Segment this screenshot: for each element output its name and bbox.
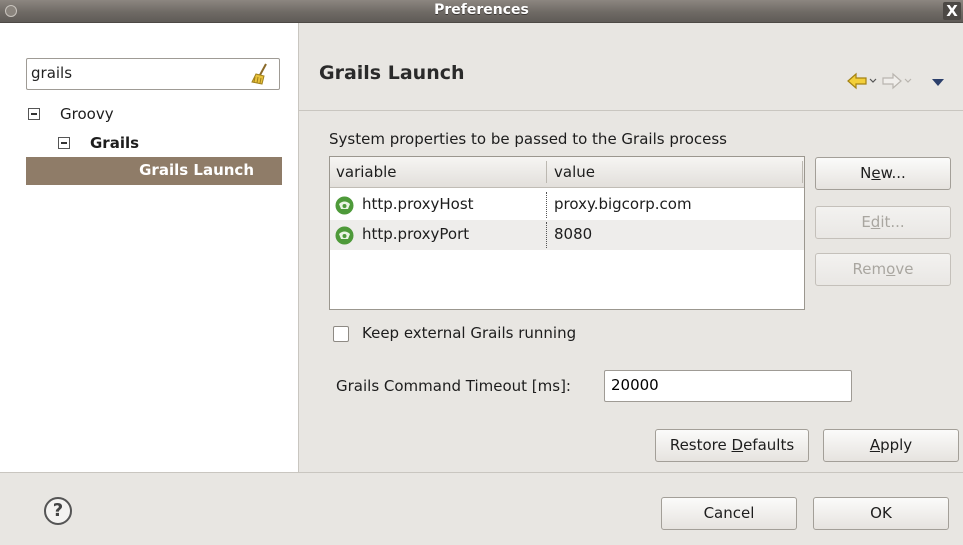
window-titlebar: Preferences X <box>0 0 963 23</box>
column-header-variable[interactable]: variable <box>336 163 397 181</box>
filter-field[interactable] <box>26 58 280 90</box>
value-cell: proxy.bigcorp.com <box>554 195 692 213</box>
column-divider <box>546 161 547 183</box>
remove-button[interactable]: Remove <box>815 253 951 286</box>
grails-icon <box>335 196 354 215</box>
tree-item-grails-launch[interactable]: Grails Launch <box>26 157 282 185</box>
column-divider <box>546 222 547 248</box>
close-icon[interactable]: X <box>943 2 961 20</box>
variable-cell: http.proxyHost <box>362 195 474 213</box>
edit-button[interactable]: Edit... <box>815 206 951 239</box>
timeout-input[interactable] <box>611 376 841 394</box>
column-divider <box>546 192 547 218</box>
table-row[interactable]: http.proxyPort 8080 <box>330 220 804 250</box>
variable-cell: http.proxyPort <box>362 225 470 243</box>
preference-tree-panel <box>0 23 299 472</box>
window-title: Preferences <box>434 2 529 18</box>
broom-icon[interactable] <box>249 62 271 86</box>
restore-defaults-button[interactable]: Restore Defaults <box>655 429 809 462</box>
table-header: variable value <box>330 157 804 188</box>
system-properties-table[interactable]: variable value http.proxyHost proxy.bigc… <box>329 156 805 310</box>
timeout-field[interactable] <box>604 370 852 402</box>
cancel-button[interactable]: Cancel <box>661 497 797 530</box>
keep-running-checkbox[interactable] <box>333 326 349 342</box>
page-title: Grails Launch <box>319 62 465 84</box>
footer-divider <box>0 472 963 473</box>
grails-icon <box>335 226 354 245</box>
tree-item-label: Grails <box>90 134 140 152</box>
value-cell: 8080 <box>554 225 593 243</box>
column-header-value[interactable]: value <box>554 163 595 181</box>
apply-button[interactable]: Apply <box>823 429 959 462</box>
ok-button[interactable]: OK <box>813 497 949 530</box>
tree-item-label: Grails Launch <box>139 161 254 179</box>
collapse-icon[interactable] <box>28 108 40 120</box>
help-icon[interactable]: ? <box>44 497 72 525</box>
forward-arrow-icon <box>882 72 912 90</box>
timeout-label: Grails Command Timeout [ms]: <box>336 377 571 395</box>
back-arrow-icon[interactable] <box>846 72 878 90</box>
keep-running-label[interactable]: Keep external Grails running <box>362 324 576 342</box>
column-divider <box>802 161 803 183</box>
collapse-icon[interactable] <box>58 137 70 149</box>
table-row[interactable]: http.proxyHost proxy.bigcorp.com <box>330 190 804 220</box>
view-menu-icon[interactable] <box>930 76 946 88</box>
table-caption: System properties to be passed to the Gr… <box>329 130 727 148</box>
tree-item-label: Groovy <box>60 105 114 123</box>
filter-input[interactable] <box>31 64 241 82</box>
new-button[interactable]: New... <box>815 157 951 190</box>
